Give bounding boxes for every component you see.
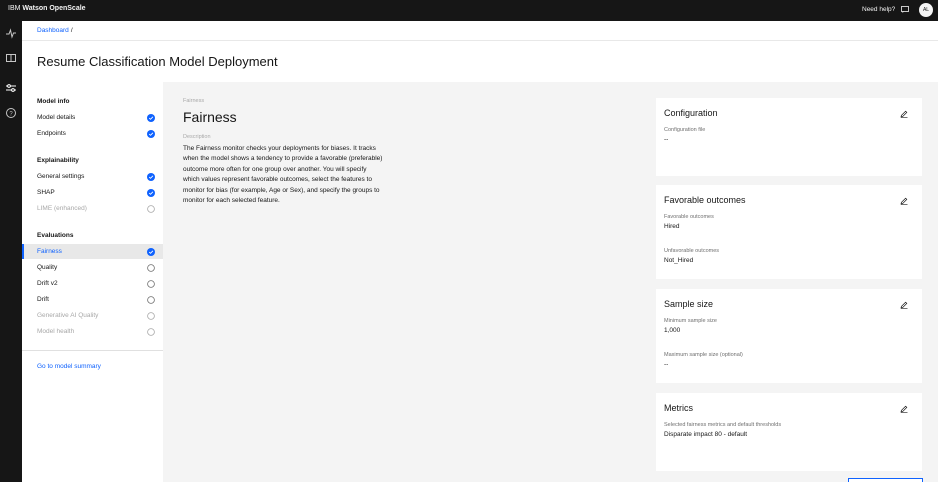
checkmark-filled-icon (147, 189, 155, 197)
sidebar-item-label: Model health (37, 328, 75, 335)
header-divider (22, 40, 938, 41)
sidebar-item-shap[interactable]: SHAP (22, 185, 163, 200)
circle-outline-icon (147, 280, 155, 288)
help-icon[interactable]: ? (5, 107, 17, 119)
edit-icon[interactable] (900, 301, 908, 309)
configuration-card: Configuration Configuration file -- (656, 98, 922, 176)
main-panel: Fairness Fairness Description The Fairne… (163, 82, 938, 482)
description-label: Description (183, 134, 211, 140)
description-text: The Fairness monitor checks your deploym… (183, 145, 383, 205)
group-title-explainability: Explainability (37, 157, 79, 164)
favorable-outcomes-card: Favorable outcomes Favorable outcomes Hi… (656, 185, 922, 279)
sidebar-item-lime: LIME (enhanced) (22, 201, 163, 216)
sidebar-item-drift-v2[interactable]: Drift v2 (22, 276, 163, 291)
breadcrumb: Dashboard / (37, 27, 73, 34)
top-bar: IBM Watson OpenScale Need help? AL (0, 0, 938, 21)
group-title-evaluations: Evaluations (37, 232, 74, 239)
breadcrumb-dashboard-link[interactable]: Dashboard (37, 27, 69, 34)
checkmark-filled-icon (147, 173, 155, 181)
section-title: Fairness (183, 109, 237, 125)
field-label: Unfavorable outcomes (664, 248, 720, 254)
section-eyebrow: Fairness (183, 98, 205, 104)
sidebar-item-fairness[interactable]: Fairness (22, 244, 163, 259)
field-value: Disparate impact 80 - default (664, 431, 748, 438)
card-title: Metrics (664, 403, 693, 413)
dashboard-icon[interactable] (5, 52, 17, 64)
metrics-card: Metrics Selected fairness metrics and de… (656, 393, 922, 471)
need-help-link[interactable]: Need help? (862, 6, 895, 13)
sidebar-item-label: General settings (37, 173, 85, 180)
sidebar-item-general-settings[interactable]: General settings (22, 169, 163, 184)
card-title: Favorable outcomes (664, 195, 746, 205)
sidebar-item-model-details[interactable]: Model details (22, 110, 163, 125)
sidebar-item-label: Endpoints (37, 130, 66, 137)
field-value: Not_Hired (664, 257, 694, 264)
brand-product: Watson OpenScale (22, 5, 86, 12)
settings-sliders-icon[interactable] (5, 82, 17, 94)
brand[interactable]: IBM Watson OpenScale (8, 5, 86, 12)
brand-ibm: IBM (8, 5, 21, 12)
circle-outline-icon (147, 328, 155, 336)
sidebar-item-model-health: Model health (22, 324, 163, 339)
bottom-action-button[interactable] (848, 478, 923, 482)
edit-icon[interactable] (900, 197, 908, 205)
circle-outline-icon (147, 296, 155, 304)
svg-text:?: ? (9, 111, 13, 117)
edit-icon[interactable] (900, 405, 908, 413)
checkmark-filled-icon (147, 248, 155, 256)
group-title-model-info: Model info (37, 98, 70, 105)
config-sidebar: Model info Model details Endpoints Expla… (22, 82, 163, 482)
sidebar-item-label: SHAP (37, 189, 55, 196)
circle-outline-icon (147, 264, 155, 272)
sidebar-item-label: Drift v2 (37, 280, 58, 287)
field-label: Maximum sample size (optional) (664, 352, 743, 358)
sample-size-card: Sample size Minimum sample size 1,000 Ma… (656, 289, 922, 383)
field-value: -- (664, 361, 669, 368)
sidebar-item-drift[interactable]: Drift (22, 292, 163, 307)
sidebar-item-label: Quality (37, 264, 58, 271)
sidebar-item-quality[interactable]: Quality (22, 260, 163, 275)
card-title: Sample size (664, 299, 714, 309)
sidebar-item-label: LIME (enhanced) (37, 205, 87, 212)
page-title: Resume Classification Model Deployment (37, 54, 278, 69)
sidebar-divider (22, 350, 163, 351)
activity-icon[interactable] (5, 27, 17, 39)
sidebar-item-label: Fairness (37, 248, 62, 255)
edit-icon[interactable] (900, 110, 908, 118)
card-title: Configuration (664, 108, 718, 118)
field-label: Selected fairness metrics and default th… (664, 422, 782, 428)
avatar[interactable]: AL (919, 3, 933, 17)
field-label: Configuration file (664, 127, 706, 133)
go-to-model-summary-link[interactable]: Go to model summary (37, 363, 101, 370)
circle-outline-icon (147, 205, 155, 213)
sidebar-item-endpoints[interactable]: Endpoints (22, 126, 163, 141)
field-label: Favorable outcomes (664, 214, 714, 220)
field-value: Hired (664, 223, 680, 230)
sidebar-item-label: Model details (37, 114, 76, 121)
sidebar-item-label: Generative AI Quality (37, 312, 99, 319)
chat-icon[interactable] (901, 6, 909, 13)
field-value: -- (664, 136, 669, 143)
checkmark-filled-icon (147, 130, 155, 138)
field-label: Minimum sample size (664, 318, 717, 324)
field-value: 1,000 (664, 327, 681, 334)
sidebar-item-label: Drift (37, 296, 49, 303)
breadcrumb-separator: / (70, 27, 73, 34)
checkmark-filled-icon (147, 114, 155, 122)
sidebar-item-generative-ai-quality: Generative AI Quality (22, 308, 163, 323)
circle-outline-icon (147, 312, 155, 320)
left-rail: ? (0, 21, 22, 482)
